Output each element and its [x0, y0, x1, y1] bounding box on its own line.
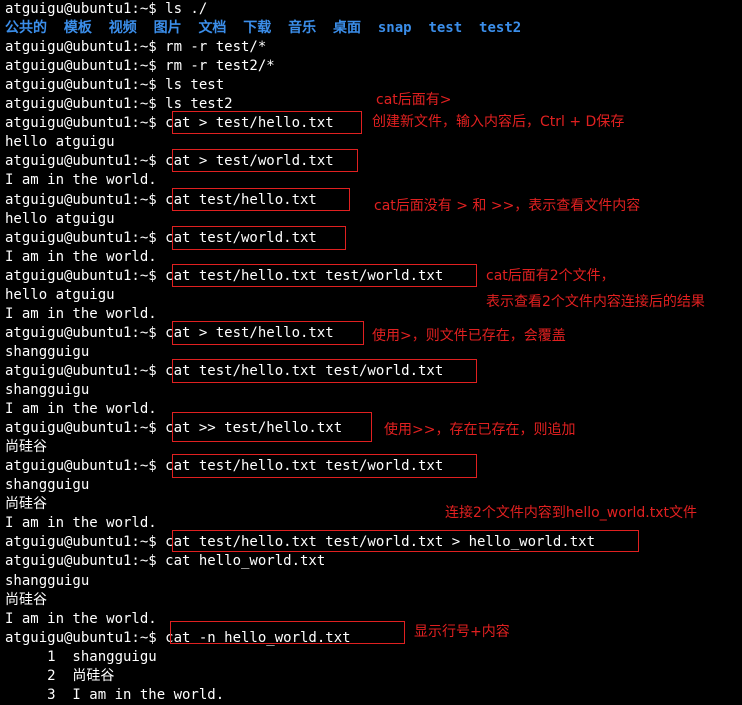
terminal-window[interactable]: atguigu@ubuntu1:~$ ls ./ 公共的 模板 视频 图片 文档 … — [0, 0, 742, 703]
highlight-box — [172, 454, 477, 478]
highlight-box — [172, 149, 358, 172]
directory-entry: test — [428, 20, 480, 37]
highlight-box — [172, 321, 364, 345]
command-line: atguigu@ubuntu1:~$ ls ./ — [5, 1, 208, 17]
directory-entry: 音乐 — [288, 20, 334, 37]
directory-entry: 文档 — [198, 20, 244, 37]
output-line: shangguigu — [5, 572, 90, 589]
output-line: I am in the world. — [5, 305, 157, 322]
command-line: atguigu@ubuntu1:~$ rm -r test2/* — [5, 58, 275, 75]
output-line: I am in the world. — [5, 401, 157, 418]
highlight-box — [172, 264, 477, 287]
highlight-box — [172, 530, 639, 552]
output-line: hello atguigu — [5, 134, 115, 151]
directory-entry: snap — [377, 20, 429, 37]
command-line: atguigu@ubuntu1:~$ ls test — [5, 77, 225, 94]
directory-entry: 模板 — [63, 20, 109, 37]
ls-output-row: 公共的 模板 视频 图片 文档 下载 音乐 桌面 snap test test2 — [5, 19, 521, 38]
output-line: hello atguigu — [5, 210, 115, 227]
highlight-box — [172, 188, 350, 211]
directory-entry: 视频 — [108, 20, 154, 37]
annotation-cat-redirect: cat后面有> — [376, 92, 452, 108]
output-line: I am in the world. — [5, 172, 157, 189]
highlight-box — [172, 111, 362, 134]
output-line: hello atguigu — [5, 286, 115, 303]
output-line: I am in the world. — [5, 515, 157, 532]
output-line: 尚硅谷 — [5, 496, 47, 513]
output-line: I am in the world. — [5, 610, 157, 627]
output-line: shangguigu — [5, 477, 90, 494]
command-line: atguigu@ubuntu1:~$ rm -r test/* — [5, 39, 267, 56]
annotation-line-numbers: 显示行号+内容 — [414, 624, 510, 640]
annotation-overwrite: 使用>，则文件已存在，会覆盖 — [372, 328, 566, 344]
annotation-append: 使用>>，存在已存在，则追加 — [384, 422, 576, 438]
output-line: shangguigu — [5, 343, 90, 360]
command-line: atguigu@ubuntu1:~$ cat hello_world.txt — [5, 553, 326, 570]
directory-entry: 桌面 — [333, 20, 378, 37]
directory-entry: test2 — [479, 20, 522, 37]
output-line: 2 尚硅谷 — [5, 667, 115, 684]
annotation-view-content: cat后面没有 > 和 >>，表示查看文件内容 — [374, 198, 641, 214]
highlight-box — [172, 412, 372, 442]
highlight-box — [172, 226, 346, 250]
output-line: 尚硅谷 — [5, 591, 47, 608]
output-line: I am in the world. — [5, 248, 157, 265]
output-line: 尚硅谷 — [5, 439, 47, 456]
directory-entry: 图片 — [153, 20, 199, 37]
directory-entry: 下载 — [243, 20, 289, 37]
highlight-box — [172, 359, 477, 383]
highlight-box — [170, 621, 405, 644]
annotation-concat-result: 表示查看2个文件内容连接后的结果 — [486, 294, 705, 310]
output-line: 1 shangguigu — [5, 648, 157, 665]
annotation-create-file: 创建新文件，输入内容后，Ctrl + D保存 — [372, 114, 625, 130]
output-line: 3 I am in the world. — [5, 686, 225, 703]
output-line: shangguigu — [5, 382, 90, 398]
annotation-concat-to-file: 连接2个文件内容到hello_world.txt文件 — [445, 505, 697, 521]
directory-entry: 公共的 — [5, 20, 64, 37]
annotation-two-files: cat后面有2个文件， — [486, 268, 615, 284]
